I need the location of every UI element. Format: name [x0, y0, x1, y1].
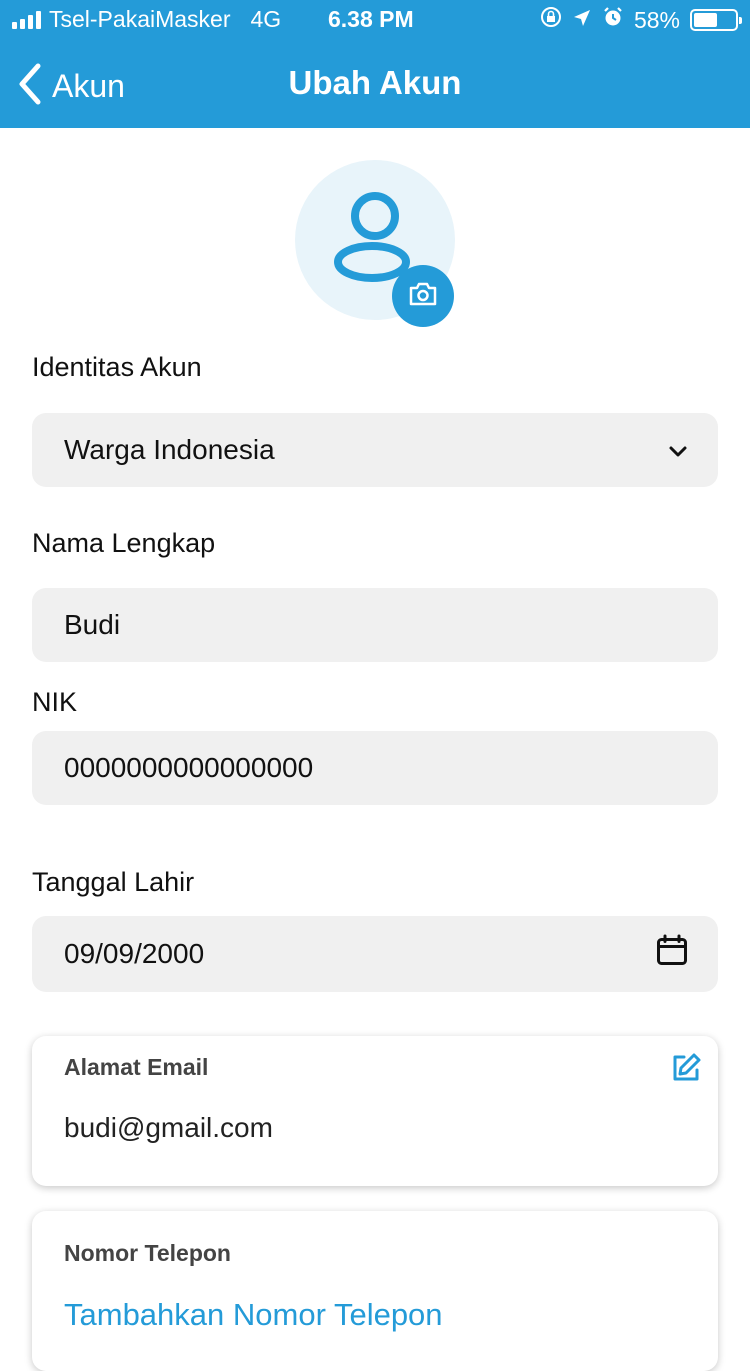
nik-label: NIK [32, 687, 78, 717]
status-bar: Tsel-PakaiMasker 4G 6.38 PM 58% [0, 0, 750, 40]
status-right: 58% [540, 6, 742, 34]
battery-level [694, 13, 718, 27]
edit-icon[interactable] [670, 1052, 702, 1089]
email-value: budi@gmail.com [64, 1112, 273, 1143]
birth-date-value: 09/09/2000 [64, 938, 205, 969]
battery-icon [690, 9, 742, 31]
battery-percent: 58% [633, 6, 680, 33]
network-type: 4G [250, 6, 282, 32]
calendar-icon[interactable] [656, 934, 688, 974]
status-left: Tsel-PakaiMasker 4G [12, 6, 281, 33]
profile-photo[interactable] [295, 160, 455, 327]
location-icon [572, 7, 592, 34]
name-label: Nama Lengkap [32, 528, 216, 558]
status-time: 6.38 PM [328, 6, 414, 32]
orientation-lock-icon [540, 6, 562, 34]
camera-icon [408, 281, 438, 312]
identity-select[interactable]: Warga Indonesia [32, 413, 718, 487]
email-card: Alamat Email budi@gmail.com [32, 1036, 718, 1186]
identity-label: Identitas Akun [32, 352, 202, 382]
birth-date-input[interactable]: 09/09/2000 [32, 916, 718, 992]
name-input[interactable]: Budi [32, 588, 718, 662]
email-title: Alamat Email [64, 1054, 209, 1080]
change-photo-button[interactable] [392, 265, 454, 327]
name-value: Budi [64, 609, 121, 640]
carrier-name: Tsel-PakaiMasker [49, 6, 231, 32]
alarm-icon [602, 6, 624, 34]
add-phone-link[interactable]: Tambahkan Nomor Telepon [64, 1297, 443, 1333]
identity-value: Warga Indonesia [64, 434, 275, 465]
phone-card: Nomor Telepon Tambahkan Nomor Telepon [32, 1211, 718, 1371]
nik-input[interactable]: 0000000000000000 [32, 731, 718, 805]
navigation-bar: Akun Ubah Akun [0, 40, 750, 128]
signal-icon [12, 10, 41, 29]
chevron-down-icon [668, 434, 688, 466]
phone-title: Nomor Telepon [64, 1240, 231, 1266]
page-title: Ubah Akun [288, 64, 462, 101]
birth-date-label: Tanggal Lahir [32, 867, 195, 897]
nik-value: 0000000000000000 [64, 752, 314, 783]
